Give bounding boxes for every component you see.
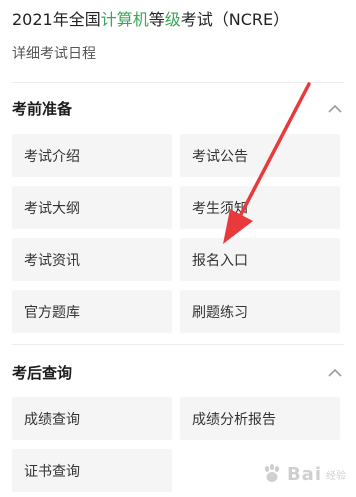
tile-exam-notice[interactable]: 考试公告: [180, 134, 340, 177]
divider: [12, 82, 344, 83]
chevron-up-icon[interactable]: [326, 99, 344, 117]
paw-icon: [264, 464, 280, 482]
section-header-prep[interactable]: 考前准备: [12, 96, 344, 120]
section-header-post[interactable]: 考后查询: [12, 360, 344, 384]
tile-certificate-query[interactable]: 证书查询: [12, 449, 172, 492]
page: 2021年全国计算机等级考试（NCRE） 详细考试日程 考前准备 考试介绍 考试…: [0, 0, 356, 497]
tile-score-query[interactable]: 成绩查询: [12, 397, 172, 440]
watermark-text: Bai: [286, 463, 322, 485]
tile-practice[interactable]: 刷题练习: [180, 290, 340, 333]
page-header: 2021年全国计算机等级考试（NCRE） 详细考试日程: [12, 8, 344, 64]
section-title: 考前准备: [12, 99, 73, 118]
tile-registration-entry[interactable]: 报名入口: [180, 238, 340, 281]
baidu-watermark: Bai 经验: [261, 463, 346, 485]
tile-score-report[interactable]: 成绩分析报告: [180, 397, 340, 440]
tile-exam-intro[interactable]: 考试介绍: [12, 134, 172, 177]
page-title: 2021年全国计算机等级考试（NCRE）: [12, 10, 290, 29]
tile-candidate-guide[interactable]: 考生须知: [180, 186, 340, 229]
tile-exam-syllabus[interactable]: 考试大纲: [12, 186, 172, 229]
chevron-up-icon[interactable]: [326, 363, 344, 381]
section-title: 考后查询: [12, 363, 73, 382]
schedule-link[interactable]: 详细考试日程: [12, 44, 344, 64]
prep-grid: 考试介绍 考试公告 考试大纲 考生须知 考试资讯 报名入口 官方题库 刷题练习: [12, 134, 344, 333]
tile-official-question-bank[interactable]: 官方题库: [12, 290, 172, 333]
watermark-sub: 经验: [326, 470, 346, 482]
tile-exam-news[interactable]: 考试资讯: [12, 238, 172, 281]
divider: [12, 344, 344, 345]
